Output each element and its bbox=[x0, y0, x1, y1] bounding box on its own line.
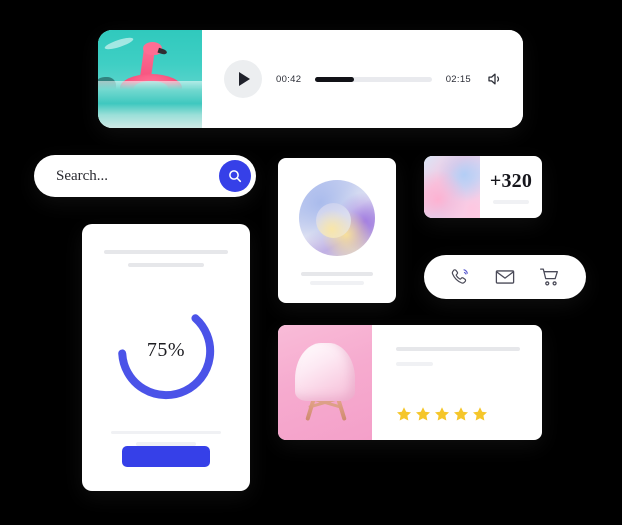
media-thumbnail bbox=[98, 30, 202, 128]
media-controls: 00:42 02:15 bbox=[202, 30, 523, 128]
skeleton-line bbox=[310, 281, 364, 285]
envelope-icon[interactable] bbox=[494, 266, 516, 288]
contact-actions-pill bbox=[424, 255, 586, 299]
star-icon[interactable] bbox=[415, 406, 431, 422]
media-player-card: 00:42 02:15 bbox=[98, 30, 523, 128]
cart-icon[interactable] bbox=[539, 266, 561, 288]
play-button[interactable] bbox=[224, 60, 262, 98]
chair-seat bbox=[295, 343, 355, 401]
star-icon[interactable] bbox=[434, 406, 450, 422]
star-icon[interactable] bbox=[396, 406, 412, 422]
product-details bbox=[372, 325, 542, 440]
search-icon bbox=[229, 170, 242, 183]
current-time-label: 00:42 bbox=[276, 73, 302, 85]
speaker-icon[interactable] bbox=[485, 70, 505, 88]
canvas: 00:42 02:15 Search... 75% +320 bbox=[0, 0, 622, 525]
product-image bbox=[278, 325, 372, 440]
gauge: 75% bbox=[116, 301, 216, 401]
progress-slider[interactable] bbox=[315, 76, 432, 82]
phone-icon[interactable] bbox=[449, 266, 471, 288]
score-value: +320 bbox=[489, 170, 533, 192]
skeleton-line bbox=[396, 347, 520, 351]
gradient-orb-card bbox=[278, 158, 396, 303]
skeleton-line bbox=[127, 262, 205, 267]
score-card-image bbox=[424, 156, 480, 218]
search-bar[interactable]: Search... bbox=[34, 155, 256, 197]
search-input[interactable]: Search... bbox=[56, 168, 219, 185]
search-button[interactable] bbox=[219, 160, 251, 192]
gradient-orb-image bbox=[299, 180, 375, 256]
skeleton-line bbox=[493, 200, 529, 204]
skeleton-line bbox=[300, 272, 374, 276]
star-icon[interactable] bbox=[472, 406, 488, 422]
progress-fill bbox=[315, 76, 354, 82]
thumbnail-water bbox=[98, 80, 202, 128]
primary-cta-button[interactable] bbox=[122, 446, 210, 467]
score-card: +320 bbox=[424, 156, 542, 218]
total-time-label: 02:15 bbox=[445, 73, 471, 85]
gauge-percent-label: 75% bbox=[146, 339, 186, 361]
product-review-card bbox=[278, 325, 542, 440]
score-card-body: +320 bbox=[480, 156, 542, 218]
skeleton-line bbox=[111, 430, 221, 435]
rating-stars[interactable] bbox=[396, 406, 520, 422]
orb-skeleton-group bbox=[294, 272, 380, 285]
star-icon[interactable] bbox=[453, 406, 469, 422]
skeleton-line bbox=[104, 250, 228, 254]
skeleton-line bbox=[396, 362, 434, 366]
progress-gauge-card: 75% bbox=[82, 224, 250, 491]
play-icon bbox=[239, 72, 250, 86]
